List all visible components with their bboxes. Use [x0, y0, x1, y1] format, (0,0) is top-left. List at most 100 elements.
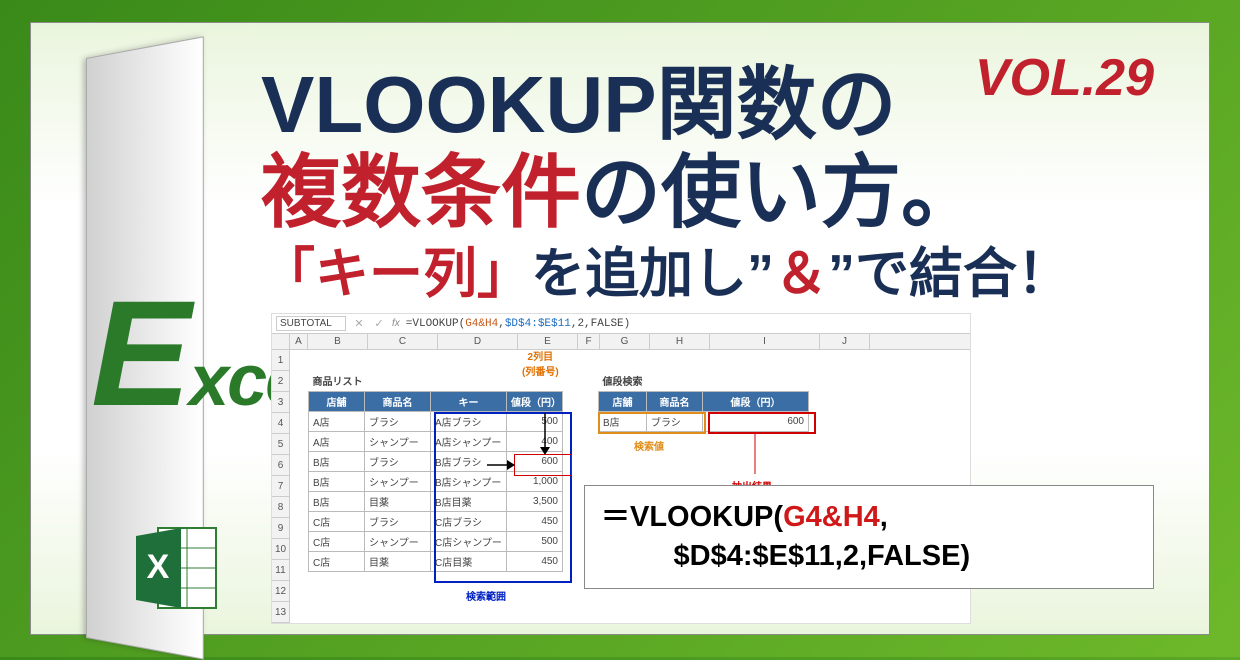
table-row[interactable]: B店目薬B店目薬3,500	[309, 491, 563, 511]
cell-price[interactable]: 450	[507, 551, 563, 571]
cell-name[interactable]: シャンプー	[365, 431, 431, 451]
title-line1-d: の使い方。	[581, 148, 981, 237]
main-title: VLOOKUP関数の 複数条件の使い方。 「キー列」を追加し”＆”で結合！	[261, 61, 1154, 304]
formula-bar[interactable]: =VLOOKUP(G4&H4,$D$4:$E$11,2,FALSE)	[406, 318, 966, 330]
cell-key[interactable]: C店シャンプー	[431, 531, 507, 551]
cell-key[interactable]: A店シャンプー	[431, 431, 507, 451]
cell-name[interactable]: ブラシ	[365, 511, 431, 531]
cell-store[interactable]: B店	[309, 471, 365, 491]
cell-name[interactable]: ブラシ	[365, 411, 431, 431]
fx-part-a: =VLOOKUP(	[406, 318, 465, 330]
table-row[interactable]: C店目薬C店目薬450	[309, 551, 563, 571]
fx-icon[interactable]: fx	[392, 318, 400, 329]
row-number[interactable]: 4	[272, 413, 290, 434]
cell-store[interactable]: B店	[309, 451, 365, 471]
cell-store[interactable]: A店	[309, 411, 365, 431]
result-leader-line	[748, 434, 762, 480]
cell-store[interactable]: A店	[309, 431, 365, 451]
h-name: 商品名	[365, 391, 431, 411]
cell-price[interactable]: 500	[507, 411, 563, 431]
col-header[interactable]: E	[518, 334, 578, 349]
row-number[interactable]: 11	[272, 560, 290, 581]
row-number[interactable]: 2	[272, 371, 290, 392]
cell-price[interactable]: 400	[507, 431, 563, 451]
right-table[interactable]: 値段検索 店舗 商品名 値段（円） B店 ブラシ 600	[598, 371, 809, 432]
cell-store[interactable]: C店	[309, 551, 365, 571]
cell-name[interactable]: シャンプー	[365, 471, 431, 491]
cell-price[interactable]: 500	[507, 531, 563, 551]
col-header[interactable]: G	[600, 334, 650, 349]
h2-store: 店舗	[599, 391, 647, 411]
row-number[interactable]: 1	[272, 350, 290, 371]
left-table[interactable]: 商品リスト 店舗 商品名 キー 値段（円） A店ブラシA店ブラシ500A店シャン…	[308, 371, 563, 572]
table-row[interactable]: A店シャンプーA店シャンプー400	[309, 431, 563, 451]
title-line1-a: VLOOKUP関数	[261, 60, 817, 149]
search-price[interactable]: 600	[703, 411, 809, 431]
cell-price[interactable]: 3,500	[507, 491, 563, 511]
formula-bar-row: SUBTOTAL ✕ ✓ fx =VLOOKUP(G4&H4,$D$4:$E$1…	[272, 314, 970, 334]
table-row[interactable]: C店シャンプーC店シャンプー500	[309, 531, 563, 551]
col-header[interactable]: B	[308, 334, 368, 349]
col-header[interactable]: A	[290, 334, 308, 349]
h-store: 店舗	[309, 391, 365, 411]
cell-name[interactable]: シャンプー	[365, 531, 431, 551]
cell-store[interactable]: C店	[309, 531, 365, 551]
cell-price[interactable]: 450	[507, 511, 563, 531]
cell-key[interactable]: C店目薬	[431, 551, 507, 571]
col-header[interactable]: C	[368, 334, 438, 349]
cell-name[interactable]: 目薬	[365, 491, 431, 511]
column-header-row: ABCDEFGHIJ	[272, 334, 970, 350]
label-search-range: 検索範囲	[466, 588, 506, 603]
cell-name[interactable]: ブラシ	[365, 451, 431, 471]
formula-pre: ＝VLOOKUP(	[601, 501, 783, 533]
fx-part-d: $D$4:$E$11	[505, 318, 571, 330]
row-number[interactable]: 8	[272, 497, 290, 518]
row-number[interactable]: 6	[272, 455, 290, 476]
table-row[interactable]: A店ブラシA店ブラシ500	[309, 411, 563, 431]
svg-text:X: X	[147, 548, 170, 586]
cell-store[interactable]: B店	[309, 491, 365, 511]
col-header[interactable]: J	[820, 334, 870, 349]
col-header[interactable]: D	[438, 334, 518, 349]
cell-key[interactable]: B店目薬	[431, 491, 507, 511]
cell-price[interactable]: 1,000	[507, 471, 563, 491]
col-header[interactable]: I	[710, 334, 820, 349]
fx-part-e: ,2,FALSE)	[571, 318, 630, 330]
search-title: 値段検索	[603, 377, 643, 388]
title-line1-b: の	[817, 60, 897, 149]
title-line1-c: 複数条件	[261, 148, 581, 237]
cancel-button[interactable]: ✕	[352, 317, 366, 330]
fx-part-b: G4&H4	[465, 318, 498, 330]
formula-callout: ＝VLOOKUP(G4&H4, $D$4:$E$11,2,FALSE)	[584, 485, 1154, 589]
excel-icon: X	[126, 518, 226, 618]
title-line2-q2: ”	[828, 244, 855, 304]
cell-name[interactable]: 目薬	[365, 551, 431, 571]
cell-key[interactable]: A店ブラシ	[431, 411, 507, 431]
enter-button[interactable]: ✓	[372, 317, 386, 330]
label-search-value: 検索値	[634, 438, 664, 453]
row-number[interactable]: 9	[272, 518, 290, 539]
search-store[interactable]: B店	[599, 411, 647, 431]
table-row[interactable]: B店ブラシB店ブラシ600	[309, 451, 563, 471]
search-name[interactable]: ブラシ	[647, 411, 703, 431]
row-number[interactable]: 10	[272, 539, 290, 560]
title-line2-amp: ＆	[774, 244, 828, 304]
cell-key[interactable]: B店シャンプー	[431, 471, 507, 491]
cell-store[interactable]: C店	[309, 511, 365, 531]
h2-name: 商品名	[647, 391, 703, 411]
row-number[interactable]: 5	[272, 434, 290, 455]
name-box[interactable]: SUBTOTAL	[276, 316, 346, 331]
row-number[interactable]: 3	[272, 392, 290, 413]
list-title: 商品リスト	[313, 377, 363, 388]
row-numbers: 12345678910111213	[272, 350, 290, 623]
row-number[interactable]: 13	[272, 602, 290, 623]
col-header[interactable]: F	[578, 334, 600, 349]
h-price: 値段（円）	[507, 391, 563, 411]
table-row[interactable]: C店ブラシC店ブラシ450	[309, 511, 563, 531]
table-row[interactable]: B店シャンプーB店シャンプー1,000	[309, 471, 563, 491]
slide-frame: VOL.29 VLOOKUP関数の 複数条件の使い方。 「キー列」を追加し”＆”…	[30, 22, 1210, 635]
row-number[interactable]: 7	[272, 476, 290, 497]
row-number[interactable]: 12	[272, 581, 290, 602]
col-header[interactable]: H	[650, 334, 710, 349]
cell-key[interactable]: C店ブラシ	[431, 511, 507, 531]
